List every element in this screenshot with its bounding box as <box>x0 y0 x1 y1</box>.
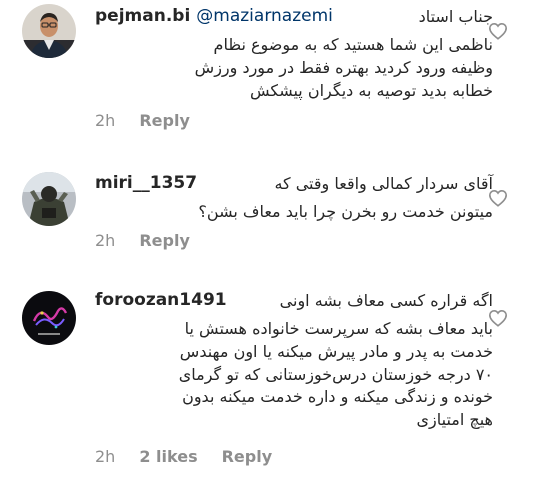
heart-outline-icon[interactable] <box>488 309 508 327</box>
comment-username[interactable]: foroozan1491 <box>95 290 227 310</box>
comment-text: ناظمی این شما هستید که به موضوع نظام وظی… <box>95 34 493 102</box>
avatar[interactable] <box>22 291 76 345</box>
profile-logo-icon <box>22 291 76 345</box>
reply-button[interactable]: Reply <box>139 111 190 130</box>
comment-text-first-line: جناب استاد <box>418 7 493 26</box>
avatar[interactable] <box>22 4 76 58</box>
comment-text: باید معاف بشه که سرپرست خانواده هستش یا … <box>95 318 493 432</box>
comment-username[interactable]: pejman.bi <box>95 6 190 26</box>
comment-text-line: ناظمی این شما هستید که به موضوع نظام <box>213 35 493 54</box>
reply-button[interactable]: Reply <box>222 447 273 466</box>
comment-mention[interactable]: @maziarnazemi <box>196 6 333 26</box>
comment-timestamp: 2h <box>95 111 116 130</box>
comment-text-line: خونده و زندگی میکنه و داره خدمت میکنه بد… <box>182 387 493 407</box>
avatar[interactable] <box>22 172 76 226</box>
profile-photo-icon <box>22 172 76 226</box>
comment-text-line: میتونن خدمت رو بخرن چرا باید معاف بشن؟ <box>198 202 493 221</box>
comment-text-first-line: آقای سردار کمالی واقعا وقتی که <box>274 174 493 193</box>
comment-meta: 2h 2 likes Reply <box>95 447 272 466</box>
comment-text-line: ۷۰ درجه خوزستان درس‌خوزستانی که تو گرمای <box>178 364 493 384</box>
profile-photo-icon <box>22 4 76 58</box>
comment-username-line[interactable]: pejman.bi @maziarnazemi <box>95 6 333 26</box>
comment-text-line: خطابه بدید توصیه به دیگران پیشکش <box>249 80 493 100</box>
comment-meta: 2h Reply <box>95 231 190 250</box>
reply-button[interactable]: Reply <box>139 231 190 250</box>
likes-count[interactable]: 2 likes <box>139 447 197 466</box>
comment-text: میتونن خدمت رو بخرن چرا باید معاف بشن؟ <box>95 201 493 224</box>
heart-outline-icon[interactable] <box>488 22 508 40</box>
comment-text-line: خدمت به پدر و مادر پیرش میکنه یا اون مهن… <box>179 341 493 361</box>
heart-outline-icon[interactable] <box>488 189 508 207</box>
comment-meta: 2h Reply <box>95 111 190 130</box>
comment-timestamp: 2h <box>95 447 116 466</box>
comment-username[interactable]: miri__1357 <box>95 173 197 193</box>
comment-text-line: وظیفه ورود کردید بهتره فقط در مورد ورزش <box>194 57 493 77</box>
comment-text-first-line: اگه قراره کسی معاف بشه اونی <box>279 291 493 310</box>
comment-timestamp: 2h <box>95 231 116 250</box>
comment-text-line: هیچ امتیازی <box>416 410 493 430</box>
comment-text-line: باید معاف بشه که سرپرست خانواده هستش یا <box>184 319 493 338</box>
